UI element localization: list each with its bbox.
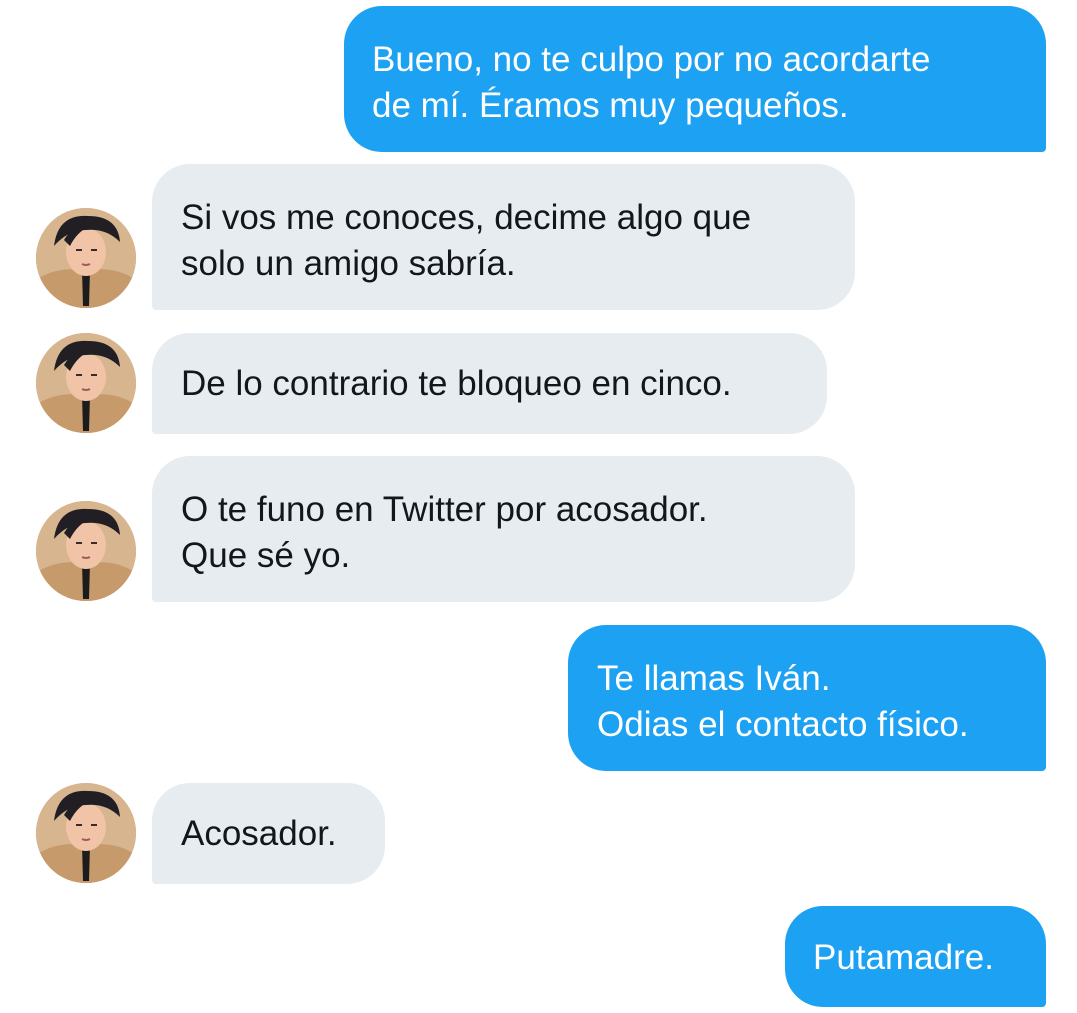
sent-message-bubble[interactable]: Putamadre. — [785, 906, 1046, 1007]
contact-avatar[interactable] — [36, 333, 136, 433]
contact-avatar[interactable] — [36, 783, 136, 883]
received-message-bubble[interactable]: Si vos me conoces, decime algo que solo … — [152, 164, 855, 310]
avatar-image — [36, 783, 136, 883]
avatar-image — [36, 208, 136, 308]
received-message-bubble[interactable]: Acosador. — [152, 783, 385, 884]
sent-message-bubble[interactable]: Bueno, no te culpo por no acordarte de m… — [344, 6, 1046, 152]
avatar-image — [36, 501, 136, 601]
sent-message-bubble[interactable]: Te llamas Iván. Odias el contacto físico… — [568, 625, 1046, 771]
received-message-bubble[interactable]: O te funo en Twitter por acosador. Que s… — [152, 456, 855, 602]
avatar-image — [36, 333, 136, 433]
chat-thread: Bueno, no te culpo por no acordarte de m… — [0, 0, 1077, 1013]
contact-avatar[interactable] — [36, 501, 136, 601]
contact-avatar[interactable] — [36, 208, 136, 308]
received-message-bubble[interactable]: De lo contrario te bloqueo en cinco. — [152, 333, 827, 434]
